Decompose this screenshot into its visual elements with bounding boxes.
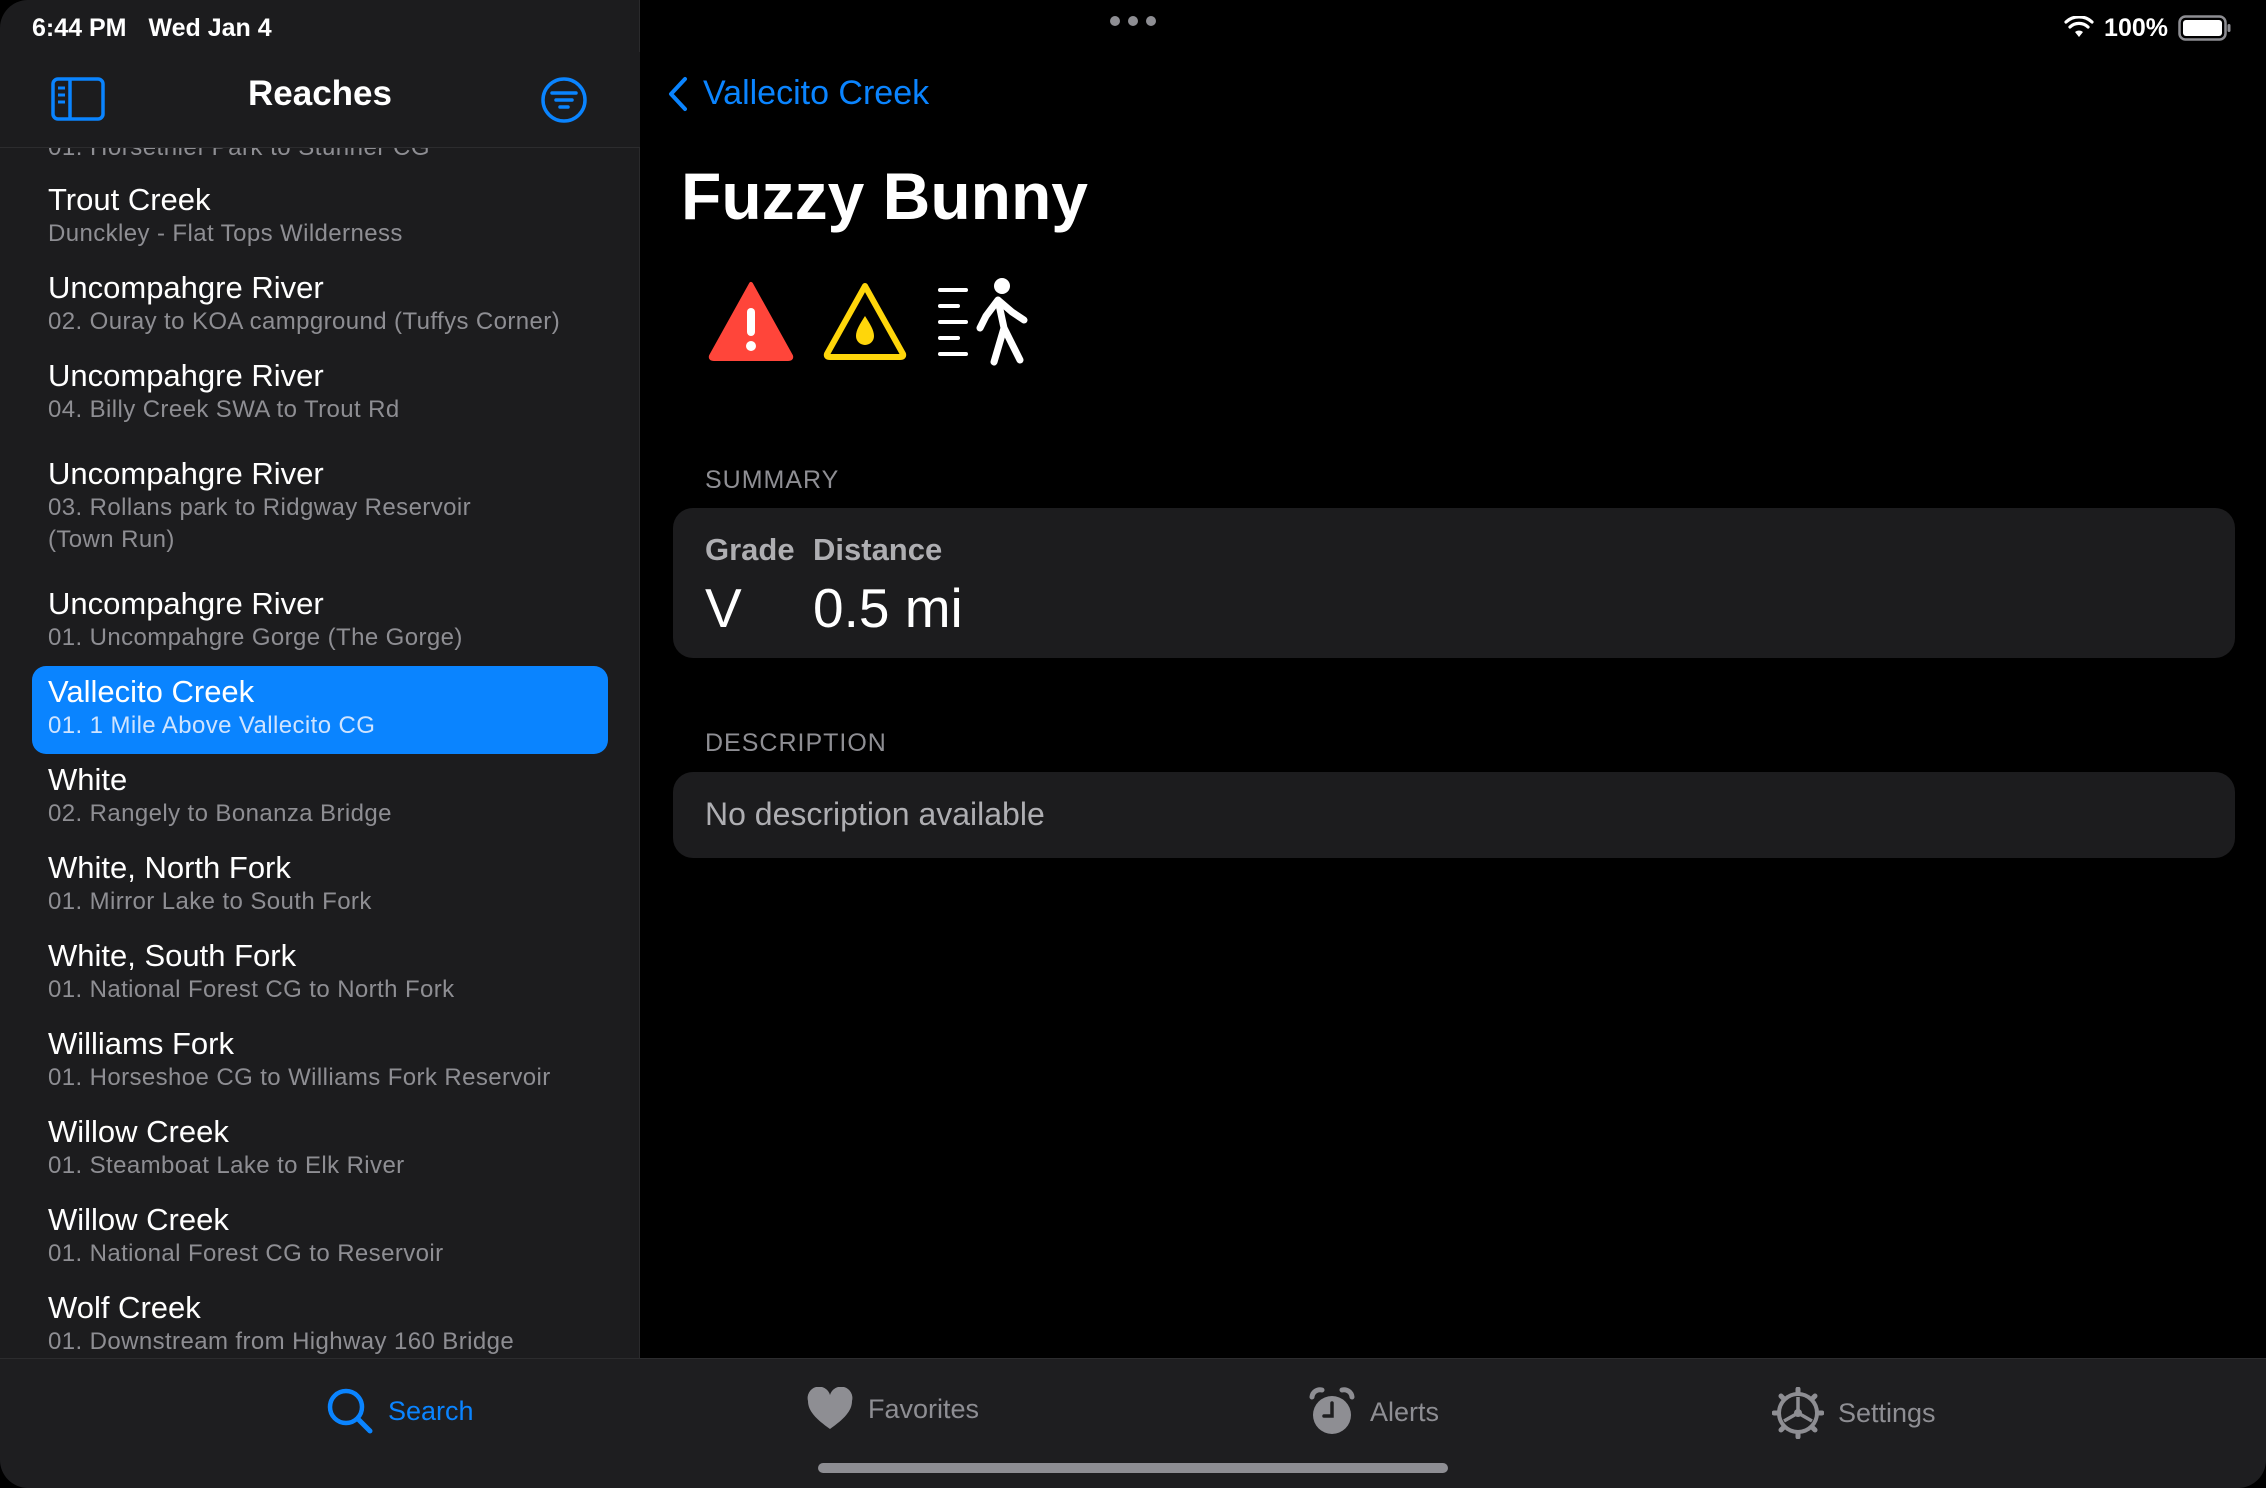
grade-field: Grade V (705, 532, 795, 640)
list-item-title: Wolf Creek (48, 1290, 201, 1325)
battery-percent: 100% (2104, 13, 2168, 42)
filter-icon[interactable] (540, 76, 588, 124)
tab-search-label: Search (388, 1395, 474, 1426)
sidebar: 6:44 PM Wed Jan 4 01. Horsethief Park to… (0, 0, 640, 1358)
grade-label: Grade (705, 532, 795, 567)
list-item-subtitle: 01. National Forest CG to Reservoir (48, 1240, 444, 1267)
list-item-subtitle: 01. Uncompahgre Gorge (The Gorge) (48, 624, 463, 651)
grade-value: V (705, 577, 742, 639)
list-item-subtitle: 01. Mirror Lake to South Fork (48, 888, 372, 915)
summary-section-label: SUMMARY (705, 466, 840, 494)
sidebar-header: Reaches (0, 52, 640, 148)
list-item-subtitle: 01. 1 Mile Above Vallecito CG (48, 712, 376, 739)
list-item-title: White, North Fork (48, 850, 291, 885)
list-item[interactable]: White, South Fork 01. National Forest CG… (32, 938, 608, 1018)
heart-icon (807, 1387, 853, 1429)
list-item-subtitle: 01. Horseshoe CG to Williams Fork Reserv… (48, 1064, 551, 1091)
list-item-subtitle: 02. Ouray to KOA campground (Tuffys Corn… (48, 308, 561, 335)
portage-walk-icon (938, 278, 1028, 366)
list-item-title: White, South Fork (48, 938, 297, 973)
list-item-title: White (48, 762, 128, 797)
status-time: 6:44 PM (32, 13, 127, 42)
list-item-title: Uncompahgre River (48, 270, 324, 305)
battery-icon (2178, 15, 2231, 41)
list-item-title: Vallecito Creek (48, 674, 255, 709)
list-item[interactable]: Uncompahgre River 04. Billy Creek SWA to… (32, 358, 608, 438)
list-item-subtitle: 02. Rangely to Bonanza Bridge (48, 800, 392, 827)
list-item[interactable]: Williams Fork 01. Horseshoe CG to Willia… (32, 1026, 608, 1106)
water-alert-icon (823, 283, 907, 360)
list-item[interactable]: White 02. Rangely to Bonanza Bridge (32, 762, 608, 842)
reach-list[interactable]: 01. Horsethief Park to Stunner CG Trout … (0, 148, 640, 1358)
chevron-left-icon (669, 76, 687, 111)
list-item-title: Uncompahgre River (48, 456, 324, 491)
list-item-title: Williams Fork (48, 1026, 234, 1061)
list-item[interactable]: Uncompahgre River 01. Uncompahgre Gorge … (32, 586, 608, 666)
list-item[interactable]: Trout Creek Dunckley - Flat Tops Wildern… (32, 182, 608, 262)
gear-icon (1772, 1387, 1824, 1439)
app-screen: 6:44 PM Wed Jan 4 01. Horsethief Park to… (0, 0, 2266, 1488)
list-item-title: Uncompahgre River (48, 586, 324, 621)
list-item-title: Trout Creek (48, 182, 211, 217)
rapid-attribute-icons (708, 276, 1032, 366)
distance-label: Distance (813, 532, 943, 567)
description-section-label: DESCRIPTION (705, 729, 887, 757)
tab-settings[interactable]: Settings (1772, 1387, 1936, 1439)
summary-card: Grade V Distance 0.5 mi (673, 508, 2235, 658)
list-item[interactable]: Willow Creek 01. National Forest CG to R… (32, 1202, 608, 1282)
status-date: Wed Jan 4 (148, 13, 272, 42)
list-item[interactable]: Willow Creek 01. Steamboat Lake to Elk R… (32, 1114, 608, 1194)
list-item-subtitle: 01. National Forest CG to North Fork (48, 976, 455, 1003)
home-indicator[interactable] (818, 1463, 1448, 1473)
warning-icon (708, 282, 794, 361)
list-item[interactable]: Uncompahgre River 03. Rollans park to Ri… (32, 456, 608, 568)
list-item-subtitle: 01. Steamboat Lake to Elk River (48, 1152, 405, 1179)
tab-favorites-label: Favorites (868, 1393, 980, 1424)
tab-search[interactable]: Search (326, 1387, 474, 1435)
list-item-subtitle: 01. Downstream from Highway 160 Bridge (48, 1328, 515, 1355)
tab-alerts-label: Alerts (1370, 1396, 1440, 1427)
description-card: No description available (673, 772, 2235, 858)
list-item[interactable]: Wolf Creek 01. Downstream from Highway 1… (32, 1290, 608, 1358)
distance-field: Distance 0.5 mi (813, 532, 963, 640)
alarm-clock-icon (1309, 1387, 1355, 1434)
list-item-title: Uncompahgre River (48, 358, 324, 393)
list-item-title: Willow Creek (48, 1202, 229, 1237)
back-button[interactable]: Vallecito Creek (667, 74, 929, 113)
wifi-icon (2064, 16, 2094, 37)
list-item-subtitle: Dunckley - Flat Tops Wilderness (48, 220, 403, 247)
list-item-partial[interactable]: 01. Horsethief Park to Stunner CG (48, 148, 430, 162)
page-title: Fuzzy Bunny (681, 159, 1088, 233)
multitasking-dots-icon[interactable] (1110, 16, 1156, 26)
list-item-subtitle: 03. Rollans park to Ridgway Reservoir (48, 494, 471, 521)
list-item-selected[interactable]: Vallecito Creek 01. 1 Mile Above Valleci… (32, 666, 608, 754)
status-bar-left: 6:44 PM Wed Jan 4 (32, 8, 272, 48)
list-item-subtitle: 04. Billy Creek SWA to Trout Rd (48, 396, 400, 423)
list-item[interactable]: Uncompahgre River 02. Ouray to KOA campg… (32, 270, 608, 350)
description-text: No description available (705, 796, 1045, 832)
distance-value: 0.5 mi (813, 577, 963, 639)
tab-settings-label: Settings (1838, 1397, 1936, 1428)
tab-favorites[interactable]: Favorites (806, 1387, 979, 1431)
status-bar-right: 100% (2064, 8, 2232, 48)
list-item-subtitle-line2: (Town Run) (48, 526, 175, 553)
back-button-label: Vallecito Creek (703, 74, 930, 112)
search-icon (327, 1388, 373, 1434)
list-item[interactable]: White, North Fork 01. Mirror Lake to Sou… (32, 850, 608, 930)
tab-alerts[interactable]: Alerts (1308, 1387, 1439, 1437)
list-item-title: Willow Creek (48, 1114, 229, 1149)
